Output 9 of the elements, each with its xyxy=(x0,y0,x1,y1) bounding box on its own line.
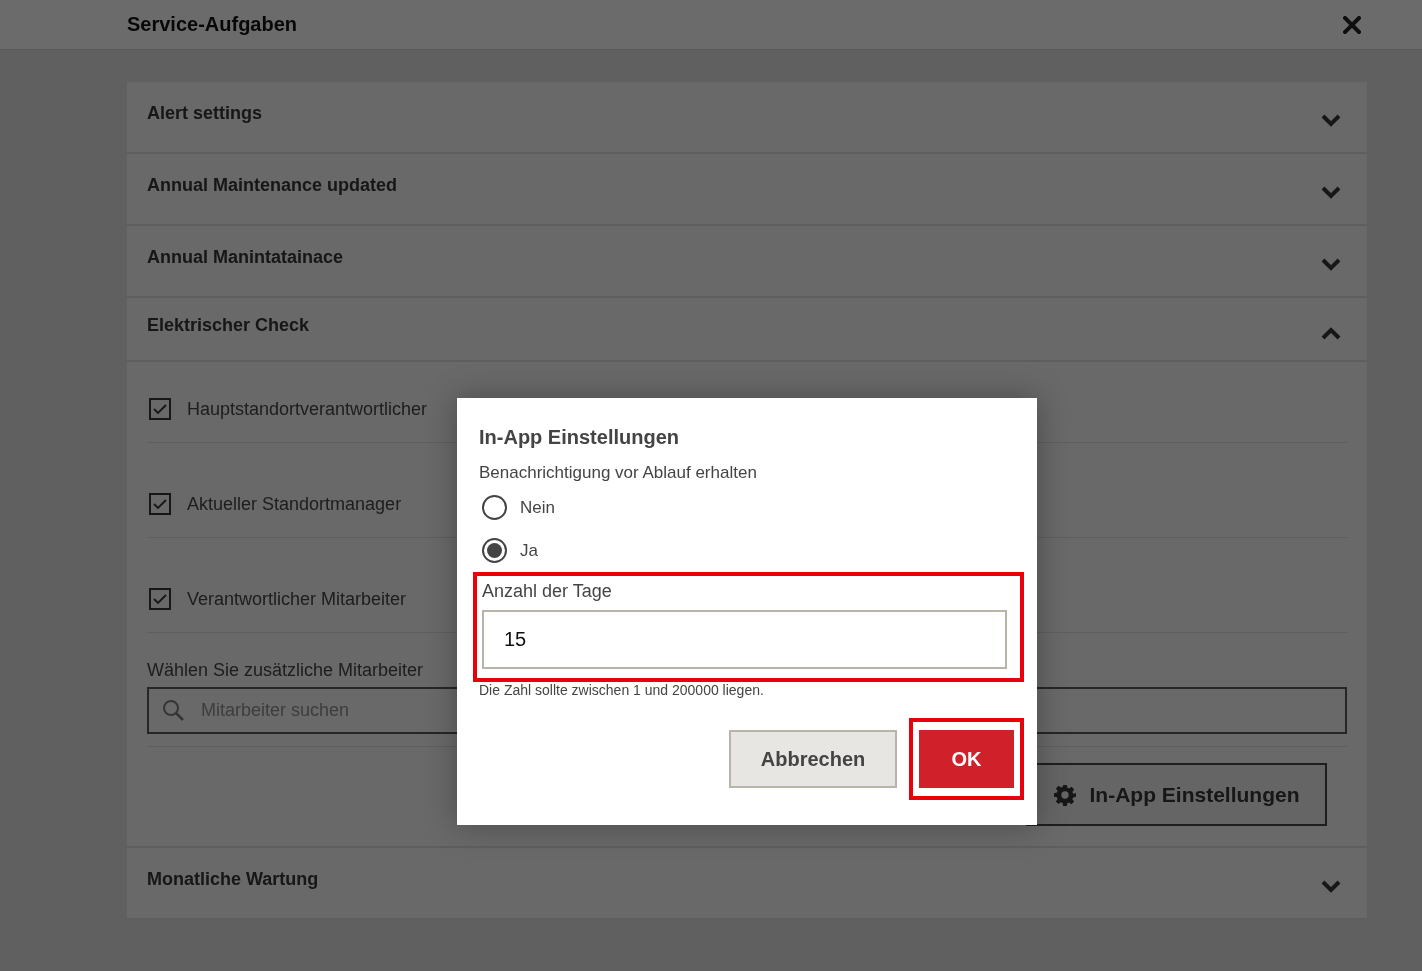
field-label: Anzahl der Tage xyxy=(482,581,613,602)
checkbox-label: Aktueller Standortmanager xyxy=(187,493,402,515)
checkbox-label: Hauptstandortverantwortlicher xyxy=(187,398,428,420)
page-title: Service-Aufgaben xyxy=(127,13,298,36)
hint-text: Die Zahl sollte zwischen 1 und 200000 liegen. xyxy=(479,682,765,698)
dialog-title: In-App Einstellungen xyxy=(479,426,680,449)
field-label: Wählen Sie zusätzliche Mitarbeiter xyxy=(147,660,425,681)
checkbox-label: Verantwortlicher Mitarbeiter xyxy=(187,588,407,610)
question-text: Benachrichtigung vor Ablauf erhalten xyxy=(479,463,758,483)
